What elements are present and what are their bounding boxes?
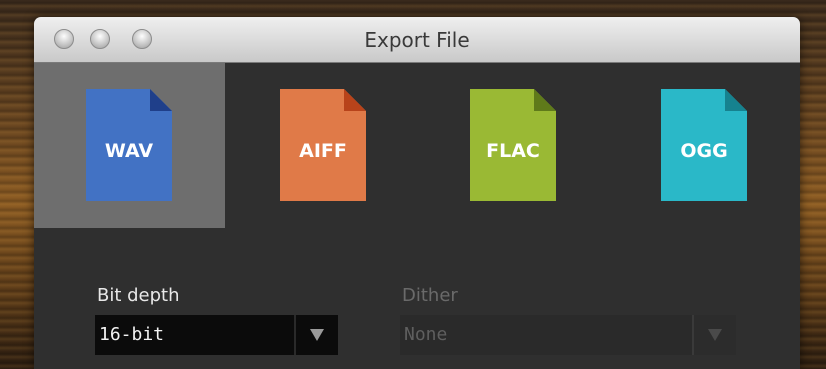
bit-depth-select[interactable]: 16-bit (95, 315, 338, 355)
format-label: FLAC (486, 140, 540, 162)
file-ogg-icon: OGG (661, 89, 747, 201)
format-label: WAV (104, 140, 154, 162)
dither-select[interactable]: None (400, 315, 736, 355)
format-selector: WAV AIFF FLAC OGG (34, 63, 800, 228)
file-wav-icon: WAV (86, 89, 172, 201)
format-label: OGG (680, 140, 728, 162)
format-option-wav[interactable]: WAV (34, 63, 225, 228)
format-option-aiff[interactable]: AIFF (225, 63, 416, 228)
dither-value: None (404, 324, 448, 345)
file-aiff-icon: AIFF (280, 89, 366, 201)
format-label: AIFF (299, 140, 347, 162)
chevron-down-icon (708, 329, 722, 341)
dither-label: Dither (402, 285, 458, 306)
chevron-down-icon (310, 329, 324, 341)
title-bar: Export File (34, 17, 800, 63)
bit-depth-dropdown-button[interactable] (296, 315, 338, 355)
export-file-window: Export File WAV AIFF FLAC OGG Bit depth … (34, 17, 800, 369)
window-title: Export File (364, 28, 470, 52)
format-option-flac[interactable]: FLAC (416, 63, 607, 228)
bit-depth-value: 16-bit (99, 324, 165, 345)
file-flac-icon: FLAC (470, 89, 556, 201)
format-option-ogg[interactable]: OGG (607, 63, 798, 228)
dither-dropdown-button[interactable] (694, 315, 736, 355)
bit-depth-label: Bit depth (97, 285, 180, 306)
